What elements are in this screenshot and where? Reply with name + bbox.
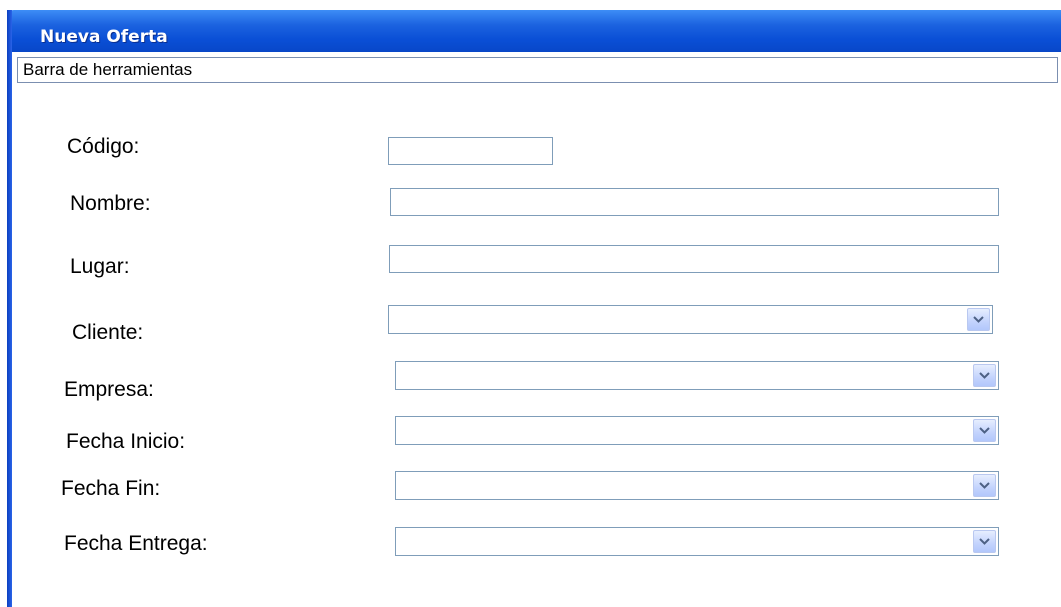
- cliente-label: Cliente:: [72, 321, 144, 344]
- nombre-input[interactable]: [390, 188, 999, 216]
- codigo-label: Código:: [67, 135, 140, 158]
- fecha-inicio-label: Fecha Inicio:: [66, 430, 186, 453]
- fecha-inicio-select[interactable]: [395, 416, 999, 445]
- window-title: Nueva Oferta: [40, 27, 168, 47]
- lugar-input[interactable]: [389, 245, 999, 273]
- chevron-down-icon: [973, 316, 984, 323]
- empresa-select[interactable]: [395, 361, 999, 390]
- window: [7, 0, 1061, 607]
- chevron-down-icon: [979, 538, 990, 545]
- chevron-down-icon: [979, 427, 990, 434]
- codigo-input[interactable]: [388, 137, 553, 165]
- toolbar-label: Barra de herramientas: [23, 60, 193, 79]
- window-left-border: [7, 10, 12, 607]
- fecha-entrega-label: Fecha Entrega:: [64, 532, 208, 555]
- cliente-select[interactable]: [388, 305, 993, 334]
- toolbar: Barra de herramientas: [17, 57, 1058, 83]
- chevron-down-icon: [979, 372, 990, 379]
- cliente-dropdown-button[interactable]: [967, 308, 990, 331]
- fecha-fin-label: Fecha Fin:: [61, 477, 161, 500]
- chevron-down-icon: [979, 482, 990, 489]
- fecha-entrega-dropdown-button[interactable]: [973, 530, 996, 553]
- fecha-inicio-dropdown-button[interactable]: [973, 419, 996, 442]
- empresa-label: Empresa:: [64, 378, 154, 401]
- fecha-fin-select[interactable]: [395, 471, 999, 500]
- fecha-entrega-select[interactable]: [395, 527, 999, 556]
- lugar-label: Lugar:: [70, 255, 130, 278]
- empresa-dropdown-button[interactable]: [973, 364, 996, 387]
- nombre-label: Nombre:: [70, 192, 151, 215]
- fecha-fin-dropdown-button[interactable]: [973, 474, 996, 497]
